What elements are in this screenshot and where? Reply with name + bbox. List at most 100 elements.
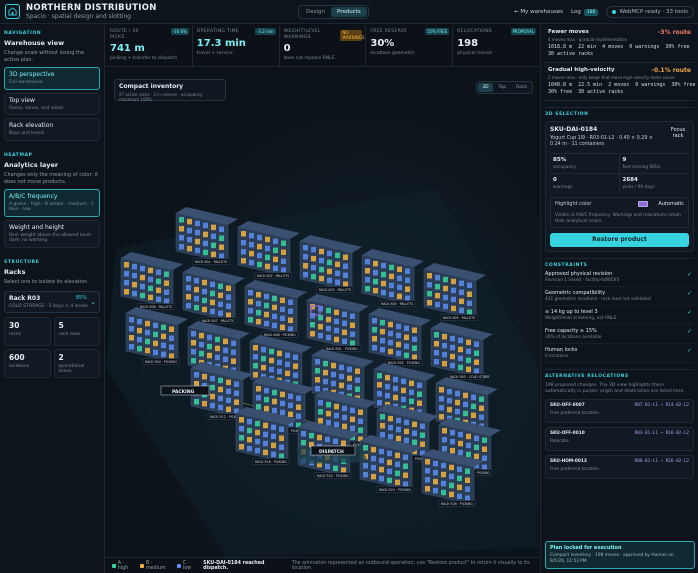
product-cell [380, 319, 385, 326]
product-cell [339, 373, 344, 380]
product-cell [373, 269, 378, 276]
relocation-item[interactable]: SKU-HOM-0013 R08-01-L1 → R26-02-L2 Free pr… [545, 455, 694, 479]
product-cell [380, 432, 385, 438]
scenario-fewer-moves[interactable]: Fewer moves -3% route 4 moves max · grad… [545, 25, 694, 63]
product-cell [301, 440, 306, 446]
constraint-title: Human locks [545, 347, 578, 353]
rack-tag: RACK 805 · PALLETS [443, 316, 475, 320]
product-cell [434, 359, 439, 365]
product-cell [387, 459, 392, 466]
product-cell [396, 323, 401, 330]
relocation-item[interactable]: SKU-OFF-0007 R07-01-L1 → R14-02-L2 Free pr… [545, 399, 694, 423]
product-cell [343, 281, 348, 287]
sel-stat-label: occupancy [553, 165, 577, 170]
product-cell [396, 332, 401, 339]
product-cell [153, 322, 158, 329]
product-cell [388, 348, 393, 355]
product-cell [455, 390, 460, 397]
product-cell [218, 301, 223, 308]
camera-top-button[interactable]: Top [495, 83, 511, 92]
product-cell [439, 387, 444, 393]
product-cell [373, 287, 378, 294]
product-cell [210, 281, 215, 288]
product-cell [482, 446, 487, 452]
product-cell [303, 263, 308, 269]
product-cell [265, 236, 270, 243]
product-cell [420, 423, 425, 429]
product-cell [343, 254, 348, 260]
product-cell [161, 351, 166, 358]
highlight-color-swatch[interactable] [638, 201, 648, 207]
product-cell [218, 283, 223, 290]
product-cell [210, 299, 215, 306]
rack-select[interactable]: Rack R03 85% COLD STORAGE · 5 bays × 4 l… [4, 290, 100, 313]
stat-label: rack rows [58, 331, 81, 337]
product-cell [293, 363, 298, 369]
product-cell [194, 304, 199, 311]
log-button[interactable]: Log 186 [571, 8, 599, 16]
kpi-badge: -3.2 min [254, 28, 276, 35]
alternatives-desc: 198 proposed changes. The 3D view highli… [545, 383, 685, 394]
product-cell [191, 340, 196, 346]
product-cell [434, 341, 439, 347]
product-cell [191, 349, 196, 355]
mode-products-button[interactable]: Products [331, 7, 367, 17]
webmcp-status[interactable]: WebMCP ready · 33 tools [606, 6, 694, 18]
product-cell [365, 277, 370, 283]
focus-rack-button[interactable]: Focus rack [667, 127, 689, 139]
product-cell [372, 336, 377, 342]
product-cell [239, 435, 244, 441]
product-cell [327, 277, 332, 284]
dispatch-note: The animation represented an outbound op… [291, 560, 530, 571]
product-cell [140, 274, 145, 281]
app-header: NORTHERN DISTRIBUTION Spacio · spatial d… [0, 0, 698, 24]
product-cell [435, 274, 440, 281]
product-cell [342, 311, 347, 318]
product-cell [272, 295, 277, 302]
product-cell [264, 311, 269, 318]
product-cell [140, 265, 145, 272]
product-cell [279, 444, 284, 450]
product-cell [442, 351, 447, 358]
kpi-badge: 15% FREE [424, 28, 450, 35]
warehouse-3d-scene[interactable]: RACK 801 · PALLETS RACK 802 · PALLETS RACK… [106, 68, 539, 557]
layer-option-abc[interactable]: A/B/C frequency A green · high · B amber… [4, 188, 100, 217]
rack-select-pct: 85% [75, 294, 87, 301]
relocation-item[interactable]: SKU-OFF-0010 R03-01-L1 → R16-02-L2 Relocat… [545, 427, 694, 451]
product-cell [129, 335, 134, 341]
layer-option-weight[interactable]: Weight and height Red: weight above the … [4, 219, 100, 248]
my-warehouses-link[interactable]: ← My warehouses [514, 9, 563, 15]
product-cell [458, 431, 463, 438]
view-option-top[interactable]: Top view Racks, zones, and aisles [4, 92, 100, 115]
product-cell [194, 372, 199, 378]
product-cell [335, 270, 340, 277]
restore-product-button[interactable]: Restore product [550, 233, 689, 247]
product-cell [396, 435, 401, 442]
product-cell [389, 282, 394, 289]
product-cell [371, 473, 376, 480]
product-cell [257, 234, 262, 241]
highlight-mode-toggle[interactable]: Automatic [658, 201, 684, 207]
product-cell [256, 404, 261, 410]
product-cell [234, 390, 239, 396]
scenario-gradual[interactable]: Gradual high-velocity -0.1% route 2 move… [545, 63, 696, 101]
product-cell [280, 409, 285, 416]
product-cell [380, 346, 385, 353]
product-cell [380, 414, 385, 420]
product-cell [264, 293, 269, 300]
product-cell [279, 453, 284, 459]
product-cell [450, 353, 455, 360]
camera-rack-button[interactable]: Rack [512, 83, 531, 92]
product-cell [137, 318, 142, 325]
mode-design-button[interactable]: Design [300, 7, 331, 17]
kpi-sub: physical moves [457, 50, 492, 56]
camera-3d-button[interactable]: 3D [478, 83, 493, 92]
product-cell [164, 298, 169, 304]
product-cell [277, 359, 282, 366]
view-option-3d[interactable]: 3D perspective Full warehouse [4, 67, 100, 90]
product-cell [303, 245, 308, 251]
product-cell [442, 360, 447, 367]
product-cell [347, 375, 352, 382]
warehouse-3d-canvas[interactable]: RACK 801 · PALLETS RACK 802 · PALLETS RACK… [106, 68, 539, 573]
view-option-rack-elevation[interactable]: Rack elevation Bays and levels [4, 118, 100, 141]
